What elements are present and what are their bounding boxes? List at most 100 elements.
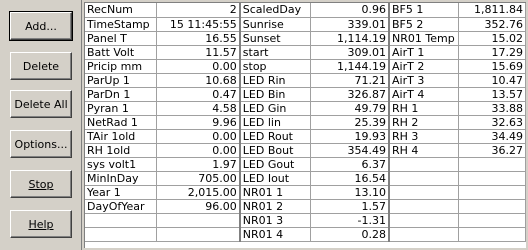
table-row[interactable]: ParDn 1 0.47 LED Bin 326.87 AirT 4 13.57	[85, 87, 527, 102]
field-name-cell[interactable]: ParUp 1	[85, 73, 158, 88]
field-name-cell[interactable]: LED Iout	[239, 171, 311, 186]
field-name-cell[interactable]: AirT 2	[389, 59, 459, 74]
table-row[interactable]: RH 1old 0.00 LED Bout 354.49 RH 4 36.27	[85, 143, 527, 158]
field-name-cell[interactable]: LED Bout	[239, 143, 311, 158]
field-name-cell[interactable]	[389, 185, 459, 200]
table-row[interactable]: TAir 1old 0.00 LED Rout 19.93 RH 3 34.49	[85, 129, 527, 144]
field-name-cell[interactable]	[389, 199, 459, 214]
field-value-cell[interactable]: 15.02	[458, 31, 527, 46]
table-row[interactable]: ParUp 1 10.68 LED Rin 71.21 AirT 3 10.47	[85, 73, 527, 88]
field-value-cell[interactable]: 32.63	[458, 115, 527, 130]
field-name-cell[interactable]: RH 4	[389, 143, 459, 158]
field-value-cell[interactable]: 33.88	[458, 101, 527, 116]
field-name-cell[interactable]: LED Rout	[239, 129, 311, 144]
field-value-cell[interactable]: 0.00	[156, 129, 241, 144]
field-value-cell[interactable]: 0.00	[156, 143, 241, 158]
field-value-cell[interactable]	[458, 213, 527, 228]
field-value-cell[interactable]: 25.39	[310, 115, 391, 130]
field-value-cell[interactable]: 326.87	[310, 87, 391, 102]
field-value-cell[interactable]	[156, 227, 241, 242]
field-value-cell[interactable]: 1,114.19	[310, 31, 391, 46]
field-name-cell[interactable]: RH 1	[389, 101, 459, 116]
field-value-cell[interactable]	[458, 199, 527, 214]
field-name-cell[interactable]: TAir 1old	[85, 129, 158, 144]
field-name-cell[interactable]	[389, 171, 459, 186]
field-value-cell[interactable]: 10.68	[156, 73, 241, 88]
field-value-cell[interactable]: 13.57	[458, 87, 527, 102]
field-name-cell[interactable]: NR01 4	[239, 227, 311, 242]
delete-all-button[interactable]: Delete All	[10, 90, 72, 118]
field-name-cell[interactable]: RecNum	[85, 3, 158, 18]
field-name-cell[interactable]: Batt Volt	[85, 45, 158, 60]
field-value-cell[interactable]: 0.96	[310, 3, 391, 18]
field-value-cell[interactable]: 0.47	[156, 87, 241, 102]
field-name-cell[interactable]: RH 2	[389, 115, 459, 130]
field-name-cell[interactable]: Pricip mm	[85, 59, 158, 74]
table-row[interactable]: NetRad 1 9.96 LED lin 25.39 RH 2 32.63	[85, 115, 527, 130]
field-value-cell[interactable]: 11.57	[156, 45, 241, 60]
field-name-cell[interactable]: Sunset	[239, 31, 311, 46]
field-name-cell[interactable]: sys volt1	[85, 157, 158, 172]
field-value-cell[interactable]: 9.96	[156, 115, 241, 130]
field-value-cell[interactable]: 13.10	[310, 185, 391, 200]
field-value-cell[interactable]: 352.76	[458, 17, 527, 32]
field-name-cell[interactable]: stop	[239, 59, 311, 74]
field-value-cell[interactable]: 1,144.19	[310, 59, 391, 74]
field-name-cell[interactable]: AirT 3	[389, 73, 459, 88]
field-name-cell[interactable]: LED Gout	[239, 157, 311, 172]
table-row[interactable]: TimeStamp 15 11:45:55 Sunrise 339.01 BF5 2 35…	[85, 17, 527, 32]
table-row[interactable]: Pricip mm 0.00 stop 1,144.19 AirT 2 15.69	[85, 59, 527, 74]
field-name-cell[interactable]: ScaledDay	[239, 3, 311, 18]
field-name-cell[interactable]	[389, 213, 459, 228]
field-name-cell[interactable]: Sunrise	[239, 17, 311, 32]
field-name-cell[interactable]: NR01 Temp	[389, 31, 459, 46]
field-name-cell[interactable]	[85, 227, 158, 242]
table-row[interactable]: DayOfYear 96.00 NR01 2 1.57	[85, 199, 527, 214]
field-name-cell[interactable]: AirT 1	[389, 45, 459, 60]
field-name-cell[interactable]: NR01 2	[239, 199, 311, 214]
field-value-cell[interactable]: 0.28	[310, 227, 391, 242]
field-name-cell[interactable]: LED Rin	[239, 73, 311, 88]
field-name-cell[interactable]: Panel T	[85, 31, 158, 46]
table-row[interactable]: NR01 4 0.28	[85, 227, 527, 242]
field-value-cell[interactable]	[458, 185, 527, 200]
field-name-cell[interactable]: TimeStamp	[85, 17, 158, 32]
field-value-cell[interactable]: 4.58	[156, 101, 241, 116]
field-value-cell[interactable]: 16.54	[310, 171, 391, 186]
field-value-cell[interactable]: 15 11:45:55	[156, 17, 241, 32]
field-name-cell[interactable]	[85, 213, 158, 228]
table-row[interactable]: NR01 3 -1.31	[85, 213, 527, 228]
field-name-cell[interactable]: RH 3	[389, 129, 459, 144]
table-row[interactable]: Pyran 1 4.58 LED Gin 49.79 RH 1 33.88	[85, 101, 527, 116]
table-row[interactable]: Batt Volt 11.57 start 309.01 AirT 1 17.29	[85, 45, 527, 60]
field-name-cell[interactable]: AirT 4	[389, 87, 459, 102]
field-name-cell[interactable]	[389, 157, 459, 172]
field-name-cell[interactable]: NR01 3	[239, 213, 311, 228]
field-name-cell[interactable]: Pyran 1	[85, 101, 158, 116]
field-value-cell[interactable]: 17.29	[458, 45, 527, 60]
field-name-cell[interactable]	[389, 227, 459, 242]
field-name-cell[interactable]: LED lin	[239, 115, 311, 130]
field-name-cell[interactable]: NR01 1	[239, 185, 311, 200]
field-value-cell[interactable]: 71.21	[310, 73, 391, 88]
table-row[interactable]: MinInDay 705.00 LED Iout 16.54	[85, 171, 527, 186]
field-value-cell[interactable]: 2,015.00	[156, 185, 241, 200]
field-value-cell[interactable]: 34.49	[458, 129, 527, 144]
field-name-cell[interactable]: BF5 2	[389, 17, 459, 32]
field-name-cell[interactable]: Year 1	[85, 185, 158, 200]
field-value-cell[interactable]: 49.79	[310, 101, 391, 116]
field-value-cell[interactable]: 96.00	[156, 199, 241, 214]
field-value-cell[interactable]	[458, 171, 527, 186]
stop-button[interactable]: Stop	[10, 170, 72, 198]
field-value-cell[interactable]	[458, 227, 527, 242]
field-value-cell[interactable]: 15.69	[458, 59, 527, 74]
table-row[interactable]: sys volt1 1.97 LED Gout 6.37	[85, 157, 527, 172]
field-value-cell[interactable]	[156, 213, 241, 228]
field-value-cell[interactable]: 309.01	[310, 45, 391, 60]
field-value-cell[interactable]: 36.27	[458, 143, 527, 158]
add-button[interactable]: Add...	[9, 11, 73, 41]
field-value-cell[interactable]	[458, 157, 527, 172]
field-value-cell[interactable]: 19.93	[310, 129, 391, 144]
options-button[interactable]: Options...	[10, 130, 72, 158]
table-row[interactable]: RecNum 2 ScaledDay 0.96 BF5 1 1,811.84	[85, 3, 527, 18]
